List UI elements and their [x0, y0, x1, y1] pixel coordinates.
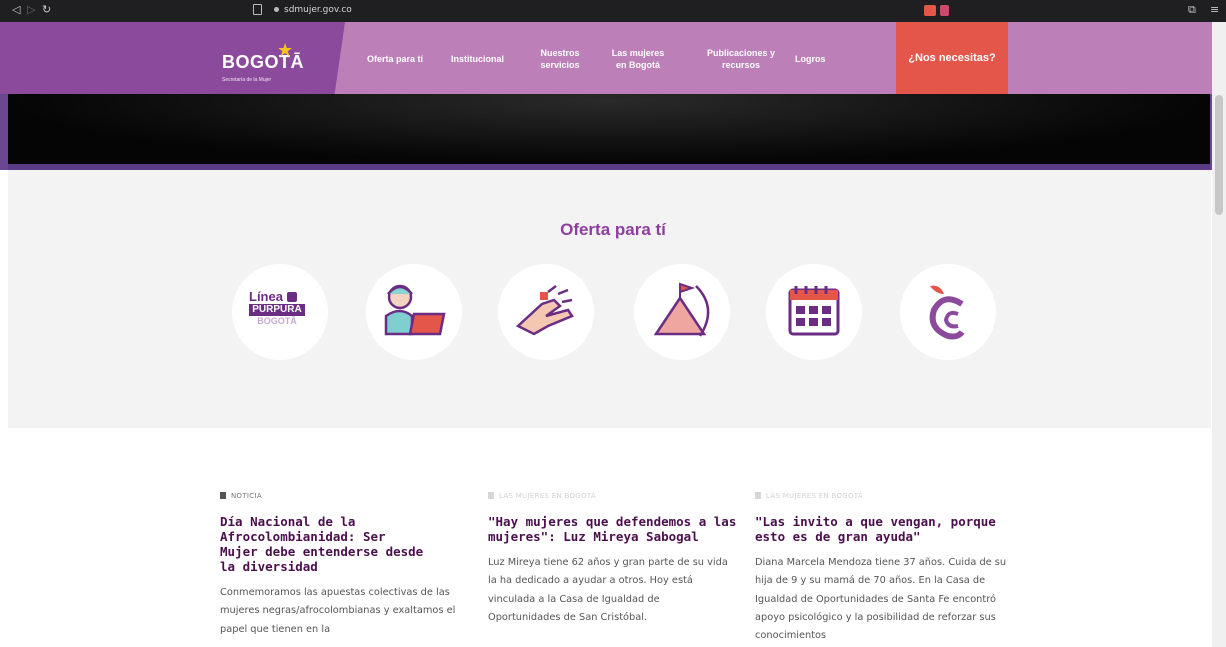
menu-icon[interactable]: ≡ [1210, 3, 1219, 16]
site-header: BOGOTĀ ★ Secretaría de la Mujer Oferta p… [0, 22, 1226, 94]
phone-icon [286, 292, 297, 302]
address-bar[interactable]: sdmujer.gov.co [253, 3, 913, 18]
news-category: LAS MUJERES EN BOGOTÁ [755, 492, 1015, 506]
offer-item-3[interactable] [498, 264, 594, 360]
linea-purpura-link[interactable]: Línea PÚRPURA BOGOTĀ [232, 264, 328, 360]
hero-frame [0, 94, 8, 170]
news-title[interactable]: Día Nacional de la Afrocolombianidad: Se… [220, 514, 430, 574]
nav-oferta[interactable]: Oferta para tí [367, 53, 423, 65]
nos-necesitas-button[interactable]: ¿Nos necesitas? [896, 22, 1008, 94]
news-title[interactable]: "Hay mujeres que defendemos a las mujere… [488, 514, 738, 544]
nav-mujeres-bogota[interactable]: Las mujeres en Bogotá [608, 47, 668, 71]
news-card[interactable]: LAS MUJERES EN BOGOTÁ "Hay mujeres que d… [488, 492, 748, 627]
reload-icon[interactable]: ↻ [42, 3, 51, 16]
browser-toolbar: ◁ ▷ ↻ sdmujer.gov.co ⧉ ≡ [0, 0, 1226, 22]
news-summary: Diana Marcela Mendoza tiene 37 años. Cui… [755, 557, 1007, 642]
news-category-label: LAS MUJERES EN BOGOTÁ [766, 492, 863, 500]
mountain-flag-icon [653, 282, 710, 337]
hero-banner [8, 94, 1210, 164]
news-summary: Conmemoramos las apuestas colectivas de … [220, 587, 456, 635]
offer-section [8, 170, 1211, 428]
linea-purpura-line3: BOGOTĀ [257, 316, 297, 326]
back-icon[interactable]: ◁ [12, 3, 20, 16]
extension-icon[interactable] [924, 5, 936, 16]
tab-icon[interactable]: ⧉ [1188, 3, 1196, 17]
news-summary: Luz Mireya tiene 62 años y gran parte de… [488, 557, 728, 623]
news-title[interactable]: "Las invito a que vengan, porque esto es… [755, 514, 1013, 544]
scrollbar-thumb[interactable] [1215, 95, 1223, 215]
nav-servicios[interactable]: Nuestros servicios [535, 47, 585, 71]
address-url: sdmujer.gov.co [284, 5, 352, 15]
document-icon [755, 492, 761, 499]
nav-publicaciones[interactable]: Publicaciones y recursos [702, 47, 780, 71]
nav-institucional[interactable]: Institucional [451, 53, 504, 65]
hands-icon [515, 285, 574, 336]
offer-item-6[interactable] [900, 264, 996, 360]
linea-purpura-icon: Línea PÚRPURA BOGOTĀ [249, 290, 315, 327]
offer-item-5[interactable] [766, 264, 862, 360]
news-category: LAS MUJERES EN BOGOTÁ [488, 492, 748, 506]
logo-subtitle: Secretaría de la Mujer [222, 77, 272, 83]
extension-icon[interactable] [940, 5, 949, 16]
offer-item-4[interactable] [634, 264, 730, 360]
linea-purpura-line2: PÚRPURA [249, 304, 305, 316]
forward-icon[interactable]: ▷ [27, 3, 35, 16]
news-category-label: LAS MUJERES EN BOGOTÁ [499, 492, 596, 500]
star-icon: ★ [277, 40, 294, 61]
offer-title: Oferta para tí [560, 220, 666, 239]
calendar-icon [788, 286, 840, 336]
offer-item-2[interactable] [366, 264, 462, 360]
news-category: NOTICIA [220, 492, 480, 506]
document-icon [488, 492, 494, 499]
linea-purpura-line1: Línea [249, 289, 283, 304]
news-card[interactable]: NOTICIA Día Nacional de la Afrocolombian… [220, 492, 480, 639]
news-category-label: NOTICIA [231, 492, 262, 500]
woman-laptop-icon [384, 284, 446, 336]
news-card[interactable]: LAS MUJERES EN BOGOTÁ "Las invito a que … [755, 492, 1015, 645]
document-icon [220, 492, 226, 499]
site-info-icon [274, 7, 279, 12]
nav-logros[interactable]: Logros [795, 53, 826, 65]
lock-icon [253, 4, 262, 15]
apple-c-icon [929, 285, 965, 340]
